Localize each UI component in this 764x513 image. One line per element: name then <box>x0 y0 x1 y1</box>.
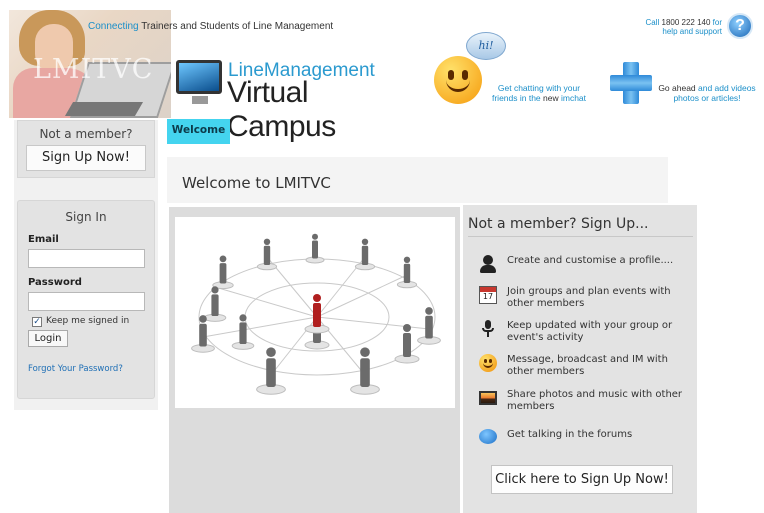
imchat-promo-text[interactable]: Get chatting with your friends in the ne… <box>484 83 594 103</box>
smiley-eye-left <box>448 70 454 80</box>
welcome-header-box: Welcome to LMITVC <box>167 157 668 203</box>
tagline-accent: Connecting <box>88 21 139 32</box>
sidebar-signup-button[interactable]: Sign Up Now! <box>26 145 146 171</box>
smiley-eye-right <box>462 70 468 80</box>
help-for-label: for <box>710 18 722 27</box>
password-field[interactable] <box>28 292 145 311</box>
add-line1a: Go ahead <box>658 83 696 93</box>
feature-text: Keep updated with your group or event's … <box>507 320 673 343</box>
signup-features-panel: Not a member? Sign Up... Create and cust… <box>463 205 697 513</box>
chat-line2a: friends in the <box>491 93 544 103</box>
person-figure <box>305 233 325 264</box>
not-member-box: Not a member? Sign Up Now! <box>17 120 155 178</box>
imchat-smiley-icon[interactable] <box>434 56 482 104</box>
add-content-promo-text[interactable]: Go ahead and add videos photos or articl… <box>650 83 764 103</box>
monitor-icon <box>176 60 222 94</box>
site-header: LMITVC Connecting Trainers and Students … <box>0 0 764 143</box>
keep-signed-in-checkbox[interactable]: ✓ <box>32 317 42 327</box>
page-title: Welcome to LMITVC <box>182 174 331 192</box>
help-icon[interactable]: ? <box>727 13 753 39</box>
person-figure <box>394 324 420 364</box>
person-figure <box>354 238 376 271</box>
person-icon <box>479 255 497 273</box>
keep-signed-in-label[interactable]: Keep me signed in <box>46 316 129 326</box>
login-button[interactable]: Login <box>28 330 68 347</box>
microphone-icon <box>479 320 497 338</box>
person-figure <box>350 347 380 395</box>
add-line2: photos or articles! <box>673 93 741 103</box>
chat-line2c: imchat <box>558 93 587 103</box>
site-tagline: Connecting Trainers and Students of Line… <box>88 21 333 32</box>
email-field[interactable] <box>28 249 145 268</box>
site-logo[interactable]: LineManagement Virtual Campus <box>176 58 416 143</box>
hero-keyboard <box>64 102 144 116</box>
calendar-icon: 17 <box>479 286 497 304</box>
person-figure <box>212 255 234 290</box>
person-figure <box>396 256 418 289</box>
feature-text: Create and customise a profile.... <box>507 255 674 266</box>
signup-now-button[interactable]: Click here to Sign Up Now! <box>491 465 673 494</box>
help-support-label: help and support <box>662 27 722 36</box>
chat-bubble-icon: hi! <box>466 32 506 60</box>
tagline-rest: Trainers and Students of Line Management <box>138 21 334 32</box>
network-image-panel <box>169 207 460 513</box>
help-call-label: Call <box>645 18 662 27</box>
page: LMITVC Connecting Trainers and Students … <box>0 0 764 513</box>
person-figure <box>231 314 255 350</box>
password-label: Password <box>28 277 82 288</box>
chat-line1: Get chatting with your <box>497 83 581 93</box>
calendar-day: 17 <box>482 292 494 301</box>
smiley-mouth <box>446 80 470 92</box>
forgot-password-link[interactable]: Forgot Your Password? <box>28 364 123 374</box>
person-figure <box>203 286 227 322</box>
network-people-graphic <box>191 233 441 395</box>
signin-box: Sign In Email Password ✓ Keep me signed … <box>17 200 155 399</box>
not-member-label: Not a member? <box>39 127 133 141</box>
feature-text: Share photos and music with other member… <box>507 389 683 412</box>
tab-welcome[interactable]: Welcome <box>167 119 230 144</box>
person-figure <box>256 347 286 395</box>
speech-bubble-icon <box>479 429 497 444</box>
help-number: 1800 222 140 <box>661 18 711 27</box>
logo-line2: Virtual Campus <box>227 76 336 143</box>
network-illustration <box>175 217 455 408</box>
photo-icon <box>479 391 497 405</box>
signup-panel-title: Not a member? Sign Up... <box>468 216 649 232</box>
smiley-icon <box>479 354 497 372</box>
feature-text: Join groups and plan events with other m… <box>507 286 671 309</box>
plus-horizontal <box>610 75 652 91</box>
hero-watermark: LMITVC <box>33 54 154 85</box>
help-contact: Call 1800 222 140 for help and support <box>640 18 722 36</box>
feature-text: Message, broadcast and IM with other mem… <box>507 354 668 377</box>
feature-text: Get talking in the forums <box>507 429 633 440</box>
add-content-plus-icon[interactable] <box>610 62 652 104</box>
person-figure <box>417 307 441 345</box>
monitor-stand <box>192 96 208 104</box>
signin-title: Sign In <box>65 210 107 224</box>
person-figure <box>256 238 278 271</box>
email-label: Email <box>28 234 59 245</box>
signup-panel-divider <box>468 236 693 237</box>
add-line1b: and add videos <box>695 83 756 93</box>
chat-line2b: new <box>543 93 559 103</box>
